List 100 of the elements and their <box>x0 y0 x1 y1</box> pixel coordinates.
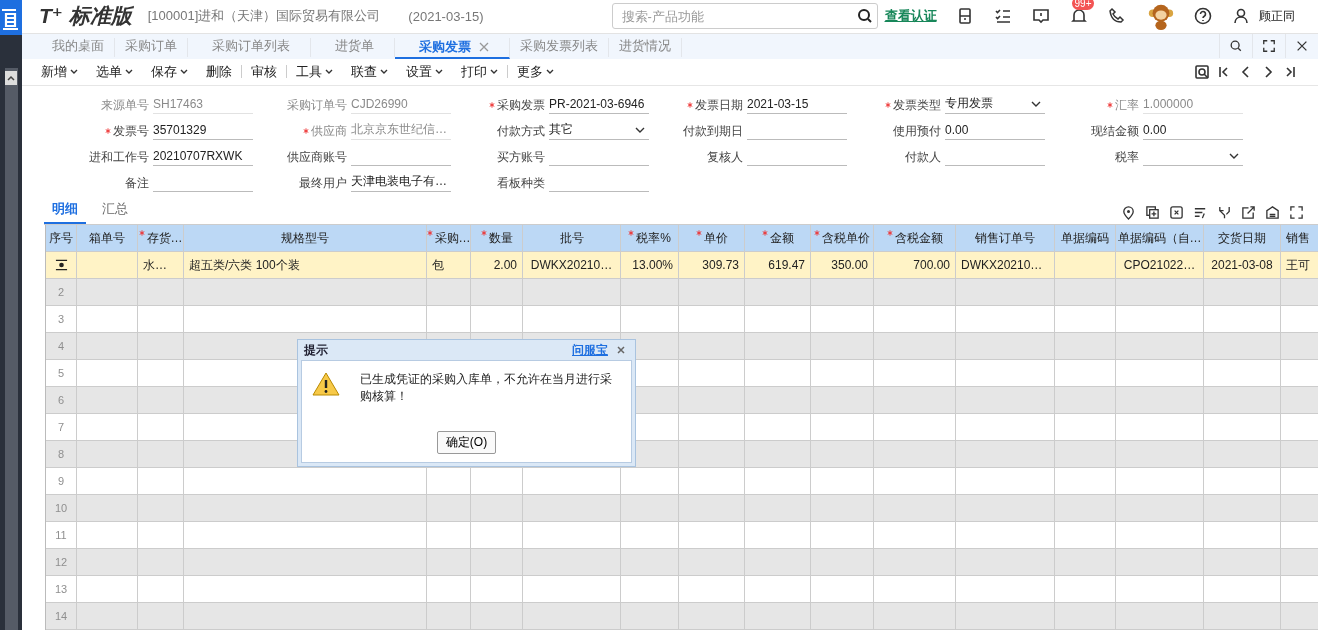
input-field[interactable]: 专用发票 <box>945 94 1045 114</box>
input-field[interactable]: 0.00 <box>945 120 1045 140</box>
toolbar-button[interactable]: 审核 <box>242 62 286 81</box>
product-logo: T⁺ 标准版 <box>39 3 132 30</box>
required-asterisk-icon <box>138 230 145 236</box>
table-cell: 超五类/六类 100个装 <box>189 256 300 274</box>
field-label: 来源单号 <box>100 97 150 114</box>
table-cell: 水… <box>143 256 167 274</box>
toolbar-button[interactable]: 设置 <box>397 62 452 81</box>
table-cell: 350.00 <box>831 258 868 272</box>
table-cell: DWKX20210… <box>530 258 613 272</box>
chevron-down-icon <box>1031 100 1041 107</box>
detail-tab[interactable]: 汇总 <box>94 198 136 224</box>
split-icon[interactable] <box>1217 205 1232 220</box>
table-cell: 王可 <box>1286 256 1310 274</box>
input-field[interactable]: 2021-03-15 <box>747 94 847 114</box>
field-label: 备注 <box>124 175 150 192</box>
scroll-up-icon[interactable] <box>5 71 17 85</box>
field-label: 供应商 <box>255 123 351 140</box>
field-label: 看板种类 <box>496 175 546 192</box>
field-label: 最终用户 <box>298 175 348 192</box>
close-icon[interactable] <box>479 42 489 53</box>
table-cell: CPO21022… <box>1123 258 1196 272</box>
delete-row-icon[interactable] <box>1169 205 1184 220</box>
field-label: 发票类型 <box>849 97 945 114</box>
close-icon[interactable] <box>616 345 626 355</box>
required-asterisk-icon <box>695 230 702 236</box>
dialog-title: 提示 <box>304 341 328 359</box>
table-cell: DWKX20210… <box>961 258 1043 272</box>
field-label: 付款人 <box>904 149 942 166</box>
input-field[interactable]: PR-2021-03-6946 <box>549 94 649 114</box>
notification-badge: 99+ <box>1071 0 1095 11</box>
app-logo-icon[interactable] <box>0 0 22 35</box>
sort-icon[interactable] <box>1193 205 1208 220</box>
caret-icon <box>490 68 498 75</box>
location-pin-icon[interactable] <box>1121 205 1136 220</box>
row-number: 7 <box>57 421 65 433</box>
input-field[interactable]: 35701329 <box>153 120 253 140</box>
help-icon[interactable] <box>1192 6 1213 27</box>
verify-link[interactable]: 查看认证 <box>884 7 937 26</box>
field-label: 进和工作号 <box>88 149 150 166</box>
caret-icon <box>380 68 388 75</box>
row-number: 9 <box>57 475 65 487</box>
page-tab[interactable]: 进货单 <box>311 37 395 57</box>
fullscreen-icon[interactable] <box>1289 205 1304 220</box>
input-field[interactable]: 其它 <box>549 120 649 140</box>
row-edit-icon[interactable] <box>54 259 68 271</box>
required-asterisk-icon <box>761 230 768 236</box>
add-row-icon[interactable] <box>1145 205 1160 220</box>
field-label: 现结金额 <box>1090 123 1140 140</box>
field-label: 发票日期 <box>651 97 747 114</box>
search-icon[interactable] <box>856 8 873 25</box>
table-cell: 619.47 <box>768 258 805 272</box>
field-label: 发票号 <box>57 123 153 140</box>
scrollbar[interactable] <box>4 68 18 630</box>
toolbar-button[interactable]: 新增 <box>32 62 87 81</box>
field-label: 采购订单号 <box>286 97 348 114</box>
warehouse-icon[interactable] <box>1265 205 1280 220</box>
toolbar-button[interactable]: 删除 <box>197 62 241 81</box>
required-asterisk-icon <box>303 128 309 134</box>
export-icon[interactable] <box>1241 205 1256 220</box>
required-asterisk-icon <box>886 230 893 236</box>
table-cell: 13.00% <box>632 258 673 272</box>
toolbar-button[interactable]: 选单 <box>87 62 142 81</box>
toolbar-button[interactable]: 工具 <box>287 62 342 81</box>
help-link[interactable]: 问服宝 <box>572 341 608 359</box>
mascot-avatar[interactable] <box>1146 2 1175 31</box>
preview-icon[interactable] <box>1194 63 1210 80</box>
table-row[interactable]: 水… 超五类/六类 100个装 包 2.00 DWKX20210… 13.00% 309.73 619.47 350.00 700.00 DWKX20210… CPO21022… 2021-03-08 王可 <box>46 252 1318 279</box>
required-asterisk-icon <box>1107 102 1113 108</box>
user-name[interactable]: 顾正同 <box>1258 7 1295 25</box>
page-tab[interactable]: 采购发票 <box>395 37 510 59</box>
table-cell: 2.00 <box>493 258 517 272</box>
caret-icon <box>546 68 554 75</box>
required-asterisk-icon <box>489 102 495 108</box>
toolbar-button[interactable]: 保存 <box>142 62 197 81</box>
toolbar-button[interactable]: 打印 <box>452 62 507 81</box>
table-cell: 2021-03-08 <box>1211 258 1273 272</box>
ok-button[interactable]: 确定(O) <box>436 431 497 454</box>
login-date: (2021-03-15) <box>408 8 484 24</box>
table-cell: 700.00 <box>913 258 950 272</box>
toolbar-button[interactable]: 更多 <box>508 62 563 81</box>
row-number: 3 <box>57 313 65 325</box>
required-asterisk-icon <box>814 230 820 236</box>
page-tab[interactable]: 进货情况 <box>609 37 682 57</box>
caret-icon <box>180 68 188 75</box>
table-cell: 309.73 <box>702 258 739 272</box>
field-label: 供应商账号 <box>286 149 348 166</box>
caret-icon <box>435 68 443 75</box>
row-number: 14 <box>54 610 68 622</box>
field-label: 复核人 <box>706 149 744 166</box>
row-number: 8 <box>57 448 65 460</box>
input-field[interactable]: 20210707RXWK <box>153 146 253 166</box>
toolbar-button[interactable]: 联查 <box>342 62 397 81</box>
search-field[interactable]: 搜索-产品功能 <box>611 3 878 30</box>
row-number: 13 <box>54 583 68 595</box>
input-field[interactable]: 0.00 <box>1143 120 1243 140</box>
field-label: 使用预付 <box>892 123 942 140</box>
input-field[interactable]: 天津电装电子有… <box>351 172 451 192</box>
required-asterisk-icon <box>628 230 635 236</box>
